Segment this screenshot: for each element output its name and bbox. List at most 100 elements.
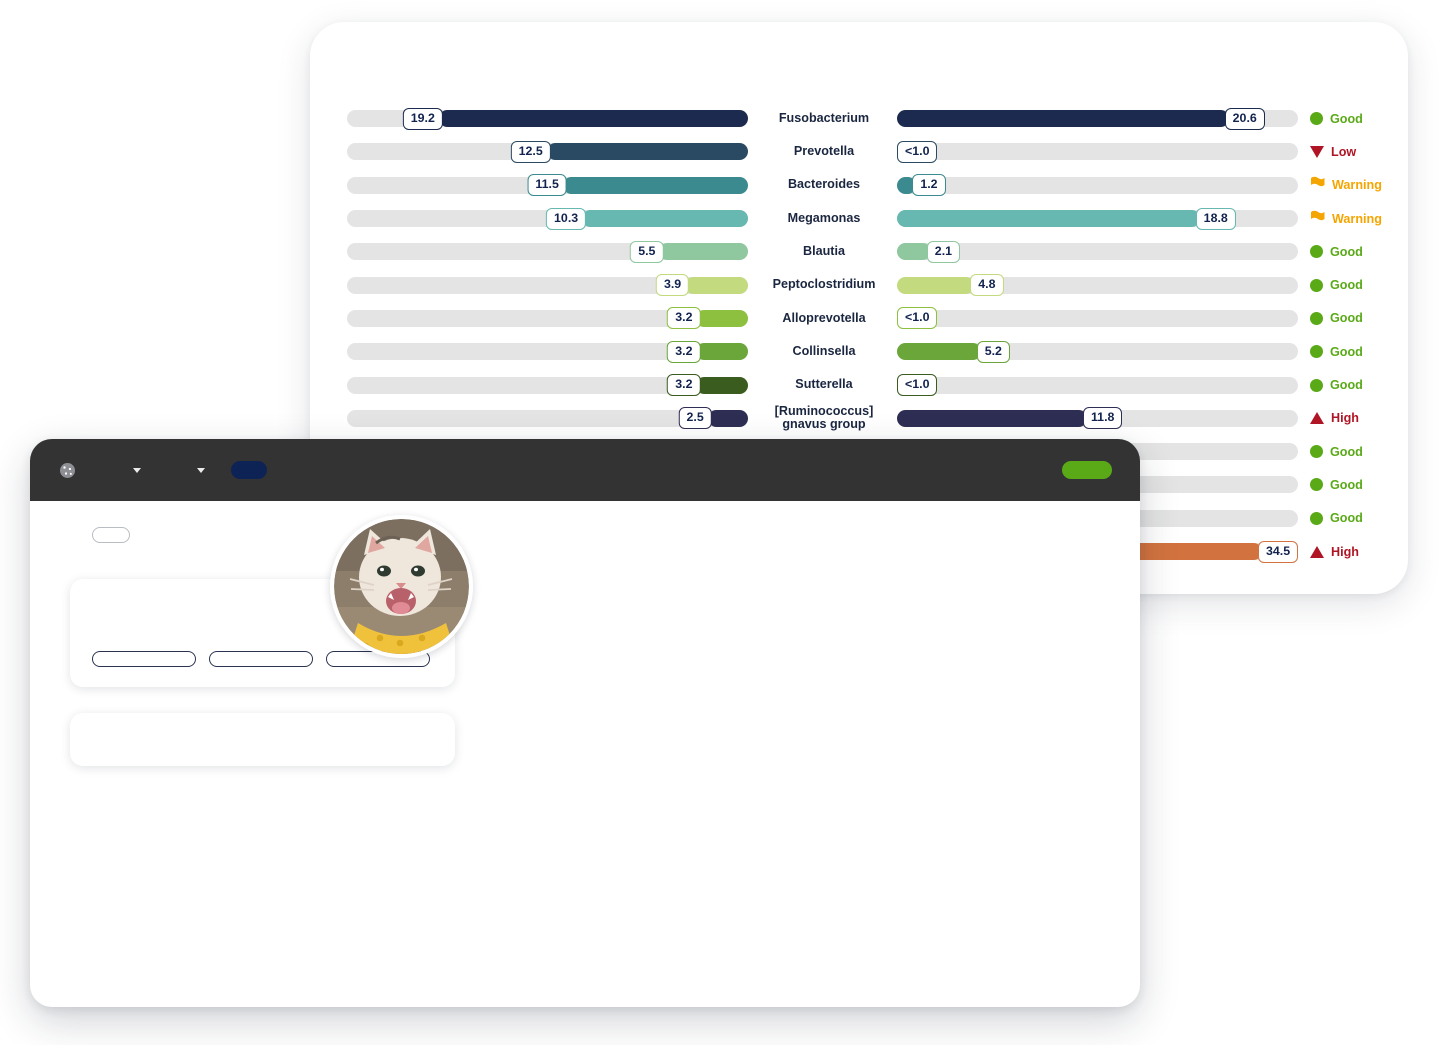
status-badge: Good [1310,511,1420,525]
bacteria-name: Alloprevotella [782,310,866,325]
status-badge: Good [1310,478,1420,492]
status-label: Warning [1332,178,1382,193]
bacteria-name: Bacteroides [787,177,861,192]
healthy-bar-fill [438,110,748,128]
kurby-bar-cell: 20.6 [897,107,1298,130]
bacteria-name: Sutterella [795,377,853,392]
cat-photo-icon [334,519,469,654]
status-label: Good [1330,511,1363,526]
healthy-bar-fill [696,309,748,327]
warning-flag-icon [1310,176,1325,194]
status-label: Good [1330,344,1363,359]
status-badge: Good [1310,311,1420,325]
status-badge: Warning [1310,210,1420,228]
status-label: Good [1330,244,1363,259]
healthy-bar-fill [562,176,748,194]
healthy-bar-fill [696,343,748,361]
status-label: Good [1330,278,1363,293]
primary-nav [129,467,231,473]
shop-button[interactable] [1062,461,1112,479]
kurby-bar-cell: 5.2 [897,340,1298,363]
kurby-bar-value: <1.0 [897,374,938,397]
bacteria-name: Prevotella [793,144,855,159]
kurby-bar-value: <1.0 [897,307,938,330]
healthy-bar-cell: 3.2 [347,307,748,330]
healthy-bar-value: 3.9 [655,274,690,297]
comparison-row: 3.2 Alloprevotella <1.0 Good [310,302,1408,335]
status-circle-icon [1310,445,1323,459]
status-circle-icon [1310,511,1323,525]
bacteria-name-line: gnavus group [782,417,866,432]
bacteria-name: Peptoclostridium [772,277,876,292]
screenshot-stage: 19.2 Fusobacterium 20.6 Good 12.5 Prevotella <… [0,0,1445,1045]
bacteria-name: Blautia [803,244,845,259]
status-label: Good [1330,477,1363,492]
chevron-down-icon [133,467,141,473]
kurby-bar-cell: 4.8 [897,274,1298,297]
bar-track [897,176,1298,194]
status-label: Warning [1332,211,1382,226]
kurby-bar-value: 5.2 [976,340,1010,363]
kurby-bar-cell: 1.2 [897,174,1298,197]
kurby-bar-value: 20.6 [1224,107,1265,130]
healthy-bar-cell: 3.2 [347,374,748,397]
status-badge: High [1310,545,1420,559]
status-badge: Warning [1310,176,1420,194]
healthy-bar-cell: 2.5 [347,407,748,430]
status-badge: Good [1310,278,1420,292]
status-badge: Low [1310,145,1420,159]
nav-link-about-us[interactable] [193,467,205,473]
kurby-bar-cell: 11.8 [897,407,1298,430]
site-navbar [30,439,1140,501]
status-label: Good [1330,444,1363,459]
healthy-bar-fill [582,210,748,228]
animalbiome-logo[interactable] [58,462,77,478]
kurby-bar-fill [897,276,975,294]
healthy-bar-cell: 5.5 [347,240,748,263]
status-label: High [1331,544,1359,559]
healthy-bar-value: 10.3 [546,207,587,230]
kurby-bar-value: <1.0 [897,140,938,163]
report-header-card [70,515,473,687]
healthy-bar-cell: 19.2 [347,107,748,130]
comparison-row: 19.2 Fusobacterium 20.6 Good [310,102,1408,135]
triangle-up-icon [1310,412,1324,425]
start-journey-button[interactable] [231,461,267,479]
healthy-bar-cell: 12.5 [347,140,748,163]
healthy-bar-cell: 11.5 [347,174,748,197]
comparison-row: 3.2 Collinsella 5.2 Good [310,335,1408,368]
other-reports-button[interactable] [209,651,313,667]
healthy-bar-fill [696,376,748,394]
back-to-home-button[interactable] [92,527,130,543]
kurby-bar-fill [897,343,981,361]
status-label: Good [1330,378,1363,393]
bar-track [897,143,1298,161]
status-circle-icon [1310,311,1323,325]
triangle-up-icon [1310,545,1324,558]
status-badge: Good [1310,445,1420,459]
comparison-row: 2.5 [Ruminococcus] gnavus group 11.8 High [310,402,1408,435]
comparison-row: 12.5 Prevotella <1.0 Low [310,135,1408,168]
bar-track [897,309,1298,327]
kurby-bar-cell: <1.0 [897,140,1298,163]
comparison-row: 10.3 Megamonas 18.8 Warning [310,202,1408,235]
healthy-bar-cell: 3.2 [347,340,748,363]
status-badge: Good [1310,112,1420,126]
kurby-bar-fill [897,110,1229,128]
healthy-bar-fill [659,243,748,261]
pet-information-card [70,713,455,766]
status-circle-icon [1310,478,1323,492]
bacteria-name: [Ruminococcus] gnavus group [754,403,894,432]
status-badge: Good [1310,245,1420,259]
nav-link-learn[interactable] [129,467,141,473]
status-label: High [1331,411,1359,426]
bacteria-name-line: [Ruminococcus] [774,403,874,418]
kurby-bar-cell: 18.8 [897,207,1298,230]
kurby-bar-fill [897,210,1200,228]
status-circle-icon [1310,278,1323,292]
healthy-bar-value: 3.2 [667,340,701,363]
healthy-bar-value: 2.5 [678,407,712,430]
status-label: Good [1330,111,1363,126]
healthy-bar-cell: 3.9 [347,274,748,297]
print-report-button[interactable] [92,651,196,667]
